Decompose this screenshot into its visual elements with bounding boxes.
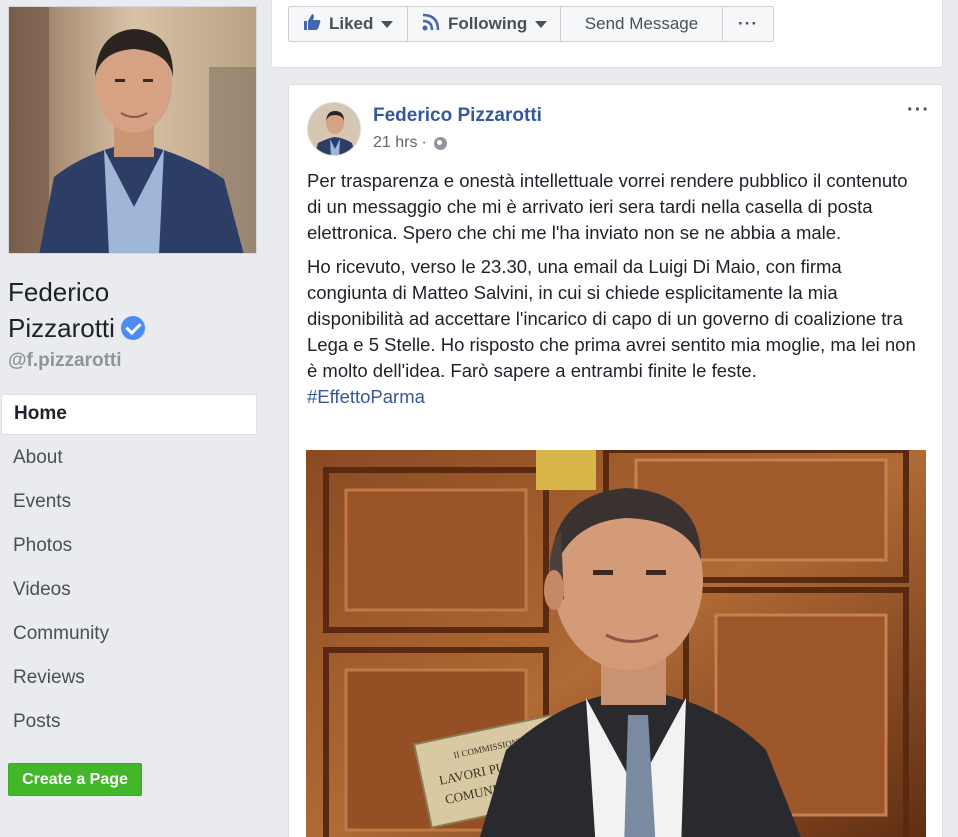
nav-item-community[interactable]: Community bbox=[1, 614, 257, 658]
post-card: Federico Pizzarotti 21 hrs · ··· Per tra… bbox=[288, 84, 943, 837]
thumbs-up-icon bbox=[303, 13, 321, 36]
create-page-button[interactable]: Create a Page bbox=[8, 763, 142, 796]
post-author-name[interactable]: Federico Pizzarotti bbox=[373, 105, 542, 127]
rss-icon bbox=[422, 13, 440, 36]
post-options-more-icon[interactable]: ··· bbox=[907, 99, 930, 122]
following-button[interactable]: Following bbox=[407, 6, 561, 42]
nav-item-home[interactable]: Home bbox=[1, 394, 257, 435]
send-message-button[interactable]: Send Message bbox=[560, 6, 723, 42]
meta-separator: · bbox=[421, 134, 427, 151]
profile-photo-image bbox=[9, 7, 256, 253]
post-photo-image: II COMMISSIONE LAVORI PUBBLICI COMUNICAZ… bbox=[306, 450, 926, 837]
post-paragraph-1: Per trasparenza e onestà intellettuale v… bbox=[307, 170, 908, 243]
caret-down-icon bbox=[381, 20, 394, 28]
left-sidebar: Federico Pizzarotti @f.pizzarotti Home A… bbox=[0, 0, 270, 837]
nav-item-events[interactable]: Events bbox=[1, 482, 257, 526]
post-meta: 21 hrs · bbox=[373, 134, 447, 152]
more-icon[interactable]: ··· bbox=[722, 6, 774, 42]
page-name-line2: Pizzarotti bbox=[8, 313, 115, 343]
post-body: Per trasparenza e onestà intellettuale v… bbox=[307, 168, 927, 410]
post-photo[interactable]: II COMMISSIONE LAVORI PUBBLICI COMUNICAZ… bbox=[306, 450, 926, 837]
hashtag-link[interactable]: #EffettoParma bbox=[307, 384, 927, 410]
liked-button[interactable]: Liked bbox=[288, 6, 408, 42]
page-username[interactable]: @f.pizzarotti bbox=[8, 350, 122, 372]
post-author-avatar[interactable] bbox=[307, 102, 361, 156]
liked-label: Liked bbox=[329, 14, 374, 33]
post-timestamp[interactable]: 21 hrs bbox=[373, 134, 417, 152]
nav-item-videos[interactable]: Videos bbox=[1, 570, 257, 614]
nav-item-about[interactable]: About bbox=[1, 438, 257, 482]
nav-item-posts[interactable]: Posts bbox=[1, 702, 257, 746]
post-paragraph-2: Ho ricevuto, verso le 23.30, una email d… bbox=[307, 256, 916, 381]
profile-photo[interactable] bbox=[8, 6, 257, 254]
following-label: Following bbox=[448, 14, 528, 33]
nav-item-reviews[interactable]: Reviews bbox=[1, 658, 257, 702]
nav-item-photos[interactable]: Photos bbox=[1, 526, 257, 570]
page-name[interactable]: Federico Pizzarotti bbox=[8, 274, 145, 346]
globe-icon[interactable] bbox=[433, 136, 447, 150]
avatar-image bbox=[308, 103, 360, 155]
page-nav: Home About Events Photos Videos Communit… bbox=[1, 394, 257, 746]
page-name-line1: Federico bbox=[8, 277, 110, 307]
action-bar: Liked Following Send Message ··· bbox=[288, 6, 774, 42]
caret-down-icon bbox=[535, 20, 548, 28]
verified-badge-icon bbox=[120, 316, 145, 340]
